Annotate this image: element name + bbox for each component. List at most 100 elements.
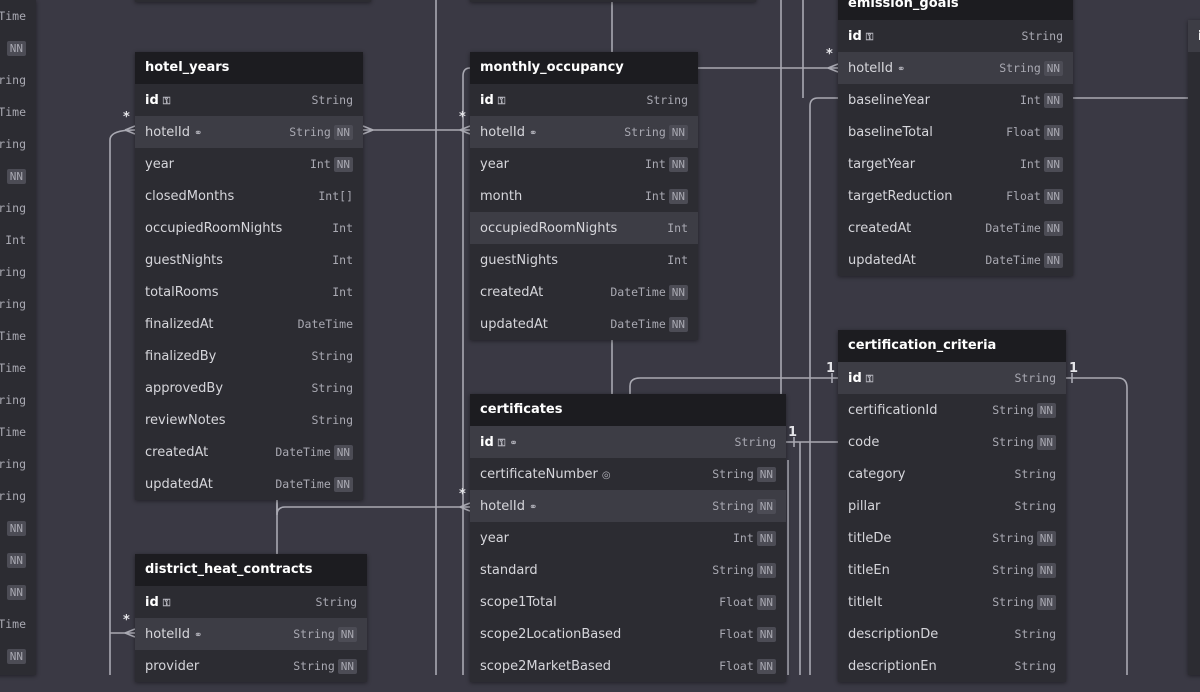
column-row[interactable]: code String NN (838, 426, 1066, 458)
column-row[interactable] (1188, 596, 1200, 628)
column-row[interactable]: hotelId ⚭ String NN (470, 490, 786, 522)
column-row[interactable] (1188, 180, 1200, 212)
column-row[interactable]: descriptionEn String (838, 650, 1066, 682)
column-row[interactable]: scope2LocationBased Float NN (470, 618, 786, 650)
column-row[interactable]: NN (0, 544, 36, 576)
column-row[interactable]: approvedBy String (135, 372, 363, 404)
column-row[interactable]: year Int NN (470, 522, 786, 554)
table-title[interactable]: hotel_years (135, 52, 363, 84)
table-title[interactable]: emission_goals (838, 0, 1073, 20)
column-row[interactable]: totalRooms Int (135, 276, 363, 308)
column-row[interactable]: ring (0, 256, 36, 288)
column-row[interactable]: finalizedBy String (135, 340, 363, 372)
column-row[interactable] (1188, 84, 1200, 116)
column-row[interactable] (1188, 500, 1200, 532)
table-monthly-occupancy[interactable]: monthly_occupancy id ⚿ String hotelId ⚭ Strin… (470, 52, 698, 340)
column-row[interactable]: id ⚿ String (470, 84, 698, 116)
column-row[interactable]: baselineYear Int NN (838, 84, 1073, 116)
table-title[interactable]: district_heat_contracts (135, 554, 367, 586)
column-row[interactable] (1188, 532, 1200, 564)
table-certification-criteria[interactable]: certification_criteria id ⚿ String certific… (838, 330, 1066, 682)
table-district-heat-contracts[interactable]: district_heat_contracts id ⚿ String hotelId… (135, 554, 367, 682)
column-row[interactable]: targetYear Int NN (838, 148, 1073, 180)
column-row[interactable]: guestNights Int (135, 244, 363, 276)
column-row[interactable]: reviewNotes String (135, 404, 363, 436)
table-partial-top-2[interactable] (470, 0, 756, 2)
column-row[interactable]: certificationId String NN (838, 394, 1066, 426)
table-title[interactable]: certification_criteria (838, 330, 1066, 362)
column-row[interactable] (1188, 244, 1200, 276)
column-row[interactable]: occupiedRoomNights Int (470, 212, 698, 244)
column-row[interactable]: category String (838, 458, 1066, 490)
column-row[interactable] (1188, 276, 1200, 308)
column-row[interactable]: titleDe String NN (838, 522, 1066, 554)
column-row[interactable]: id ⚿ ⚭ String (470, 426, 786, 458)
column-row[interactable]: updatedAt DateTime NN (470, 308, 698, 340)
column-row[interactable] (1188, 52, 1200, 84)
column-row[interactable]: id ⚿ String (838, 362, 1066, 394)
column-row[interactable]: descriptionDe String (838, 618, 1066, 650)
column-row[interactable]: hotelId ⚭ String NN (470, 116, 698, 148)
column-row[interactable]: titleIt String NN (838, 586, 1066, 618)
table-title[interactable]: monthly_occupancy (470, 52, 698, 84)
table-partial-top-1[interactable] (135, 0, 371, 2)
column-row[interactable]: certificateNumber ◎ String NN (470, 458, 786, 490)
column-row[interactable]: NN (0, 32, 36, 64)
column-row[interactable] (1188, 660, 1200, 692)
column-row[interactable] (1188, 372, 1200, 404)
column-row[interactable]: NN (0, 512, 36, 544)
table-partial-left[interactable]: Time NN ring Time ring NN ring Int ring ring Time T… (0, 0, 36, 675)
column-row[interactable]: hotelId ⚭ String NN (838, 52, 1073, 84)
column-row[interactable]: closedMonths Int[] (135, 180, 363, 212)
table-title[interactable]: certificates (470, 394, 786, 426)
column-row[interactable] (1188, 148, 1200, 180)
column-row[interactable]: NN (0, 640, 36, 672)
column-row[interactable]: hotelId ⚭ String NN (135, 116, 363, 148)
column-row[interactable]: updatedAt DateTime NN (135, 468, 363, 500)
column-row[interactable]: Time (0, 0, 36, 32)
column-row[interactable]: ring (0, 384, 36, 416)
column-row[interactable] (1188, 308, 1200, 340)
column-row[interactable]: Int (0, 224, 36, 256)
column-row[interactable]: Time (0, 608, 36, 640)
column-row[interactable] (1188, 468, 1200, 500)
column-row[interactable]: ring (0, 64, 36, 96)
column-row[interactable] (1188, 436, 1200, 468)
table-certificates[interactable]: certificates id ⚿ ⚭ String certificateNumber… (470, 394, 786, 682)
column-row[interactable]: hotelId ⚭ String NN (135, 618, 367, 650)
column-row[interactable]: baselineTotal Float NN (838, 116, 1073, 148)
column-row[interactable]: i (1188, 20, 1200, 52)
column-row[interactable]: Time (0, 416, 36, 448)
column-row[interactable]: ring (0, 480, 36, 512)
column-row[interactable]: targetReduction Float NN (838, 180, 1073, 212)
column-row[interactable] (1188, 340, 1200, 372)
table-emission-goals[interactable]: emission_goals id ⚿ String hotelId ⚭ String NN… (838, 0, 1073, 276)
column-row[interactable] (1188, 212, 1200, 244)
column-row[interactable]: createdAt DateTime NN (135, 436, 363, 468)
column-row[interactable]: NN (0, 160, 36, 192)
column-row[interactable]: year Int NN (135, 148, 363, 180)
column-row[interactable]: Time (0, 320, 36, 352)
column-row[interactable]: Time (0, 96, 36, 128)
column-row[interactable]: standard String NN (470, 554, 786, 586)
table-partial-right[interactable]: i (1188, 20, 1200, 675)
column-row[interactable]: createdAt DateTime NN (470, 276, 698, 308)
column-row[interactable] (1188, 564, 1200, 596)
column-row[interactable]: id ⚿ String (838, 20, 1073, 52)
column-row[interactable] (1188, 628, 1200, 660)
column-row[interactable]: scope2MarketBased Float NN (470, 650, 786, 682)
column-row[interactable]: ring (0, 192, 36, 224)
column-row[interactable]: createdAt DateTime NN (838, 212, 1073, 244)
column-row[interactable]: finalizedAt DateTime (135, 308, 363, 340)
column-row[interactable]: occupiedRoomNights Int (135, 212, 363, 244)
column-row[interactable]: year Int NN (470, 148, 698, 180)
column-row[interactable]: pillar String (838, 490, 1066, 522)
column-row[interactable]: ring (0, 288, 36, 320)
column-row[interactable]: id ⚿ String (135, 586, 367, 618)
column-row[interactable]: guestNights Int (470, 244, 698, 276)
column-row[interactable]: NN (0, 576, 36, 608)
column-row[interactable]: titleEn String NN (838, 554, 1066, 586)
table-hotel-years[interactable]: hotel_years id ⚿ String hotelId ⚭ String NN yea… (135, 52, 363, 500)
column-row[interactable]: updatedAt DateTime NN (838, 244, 1073, 276)
column-row[interactable]: Time (0, 352, 36, 384)
